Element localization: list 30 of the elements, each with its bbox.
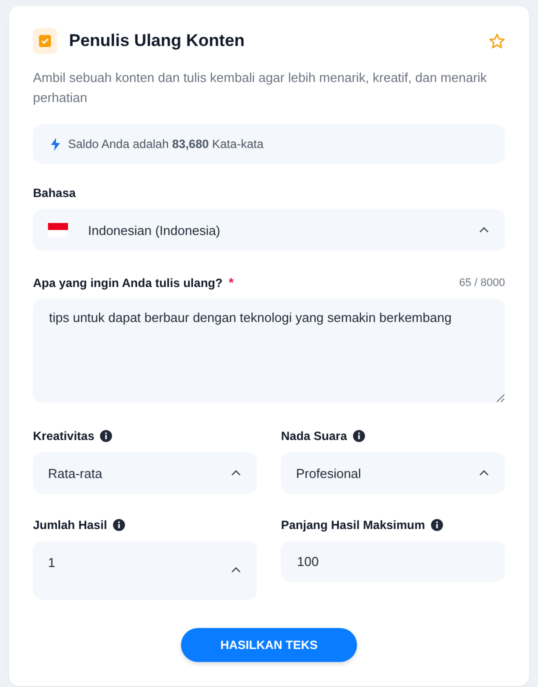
field-label: Bahasa bbox=[33, 186, 76, 200]
dropdown-select[interactable]: Profesional bbox=[281, 452, 505, 494]
field-label: Panjang Hasil Maksimum bbox=[281, 518, 426, 532]
description-text: Ambil sebuah konten dan tulis kembali agar lebih menarik, kreatif, dan menarik perhatian bbox=[33, 69, 488, 107]
info-icon[interactable] bbox=[100, 430, 112, 442]
generate-button[interactable]: HASILKAN TEKS bbox=[181, 628, 357, 662]
language-select[interactable]: Indonesian (Indonesia) bbox=[33, 209, 505, 251]
input-field[interactable]: 100 bbox=[281, 541, 505, 582]
content-textarea[interactable]: tips untuk dapat berbaur dengan teknologi yang semakin berkembang bbox=[33, 299, 505, 403]
dropdown-select[interactable]: 1 bbox=[33, 541, 257, 600]
field-label: Apa yang ingin Anda tulis ulang? bbox=[33, 276, 223, 290]
chevron-up-icon bbox=[479, 227, 489, 233]
page-title: Penulis Ulang Konten bbox=[69, 31, 246, 51]
chevron-up-icon bbox=[231, 470, 241, 476]
field-label: Jumlah Hasil bbox=[33, 518, 108, 532]
dropdown-select[interactable]: Rata-rata bbox=[33, 452, 257, 494]
info-icon[interactable] bbox=[353, 430, 366, 442]
required-mark: * bbox=[228, 275, 234, 290]
info-icon[interactable] bbox=[113, 519, 126, 531]
chevron-up-icon bbox=[231, 567, 241, 573]
field-label: Nada Suara bbox=[281, 429, 348, 443]
checkbox-icon bbox=[33, 28, 57, 54]
field-label: Kreativitas bbox=[33, 429, 94, 443]
flag-icon bbox=[48, 223, 68, 237]
star-icon[interactable] bbox=[489, 33, 505, 49]
lightning-icon bbox=[51, 138, 60, 150]
chevron-up-icon bbox=[479, 470, 489, 476]
info-icon[interactable] bbox=[431, 519, 444, 531]
character-counter: 65 / 8000 bbox=[459, 276, 505, 288]
balance-text: Saldo Anda adalah 83,680 Kata-kata bbox=[68, 137, 264, 151]
